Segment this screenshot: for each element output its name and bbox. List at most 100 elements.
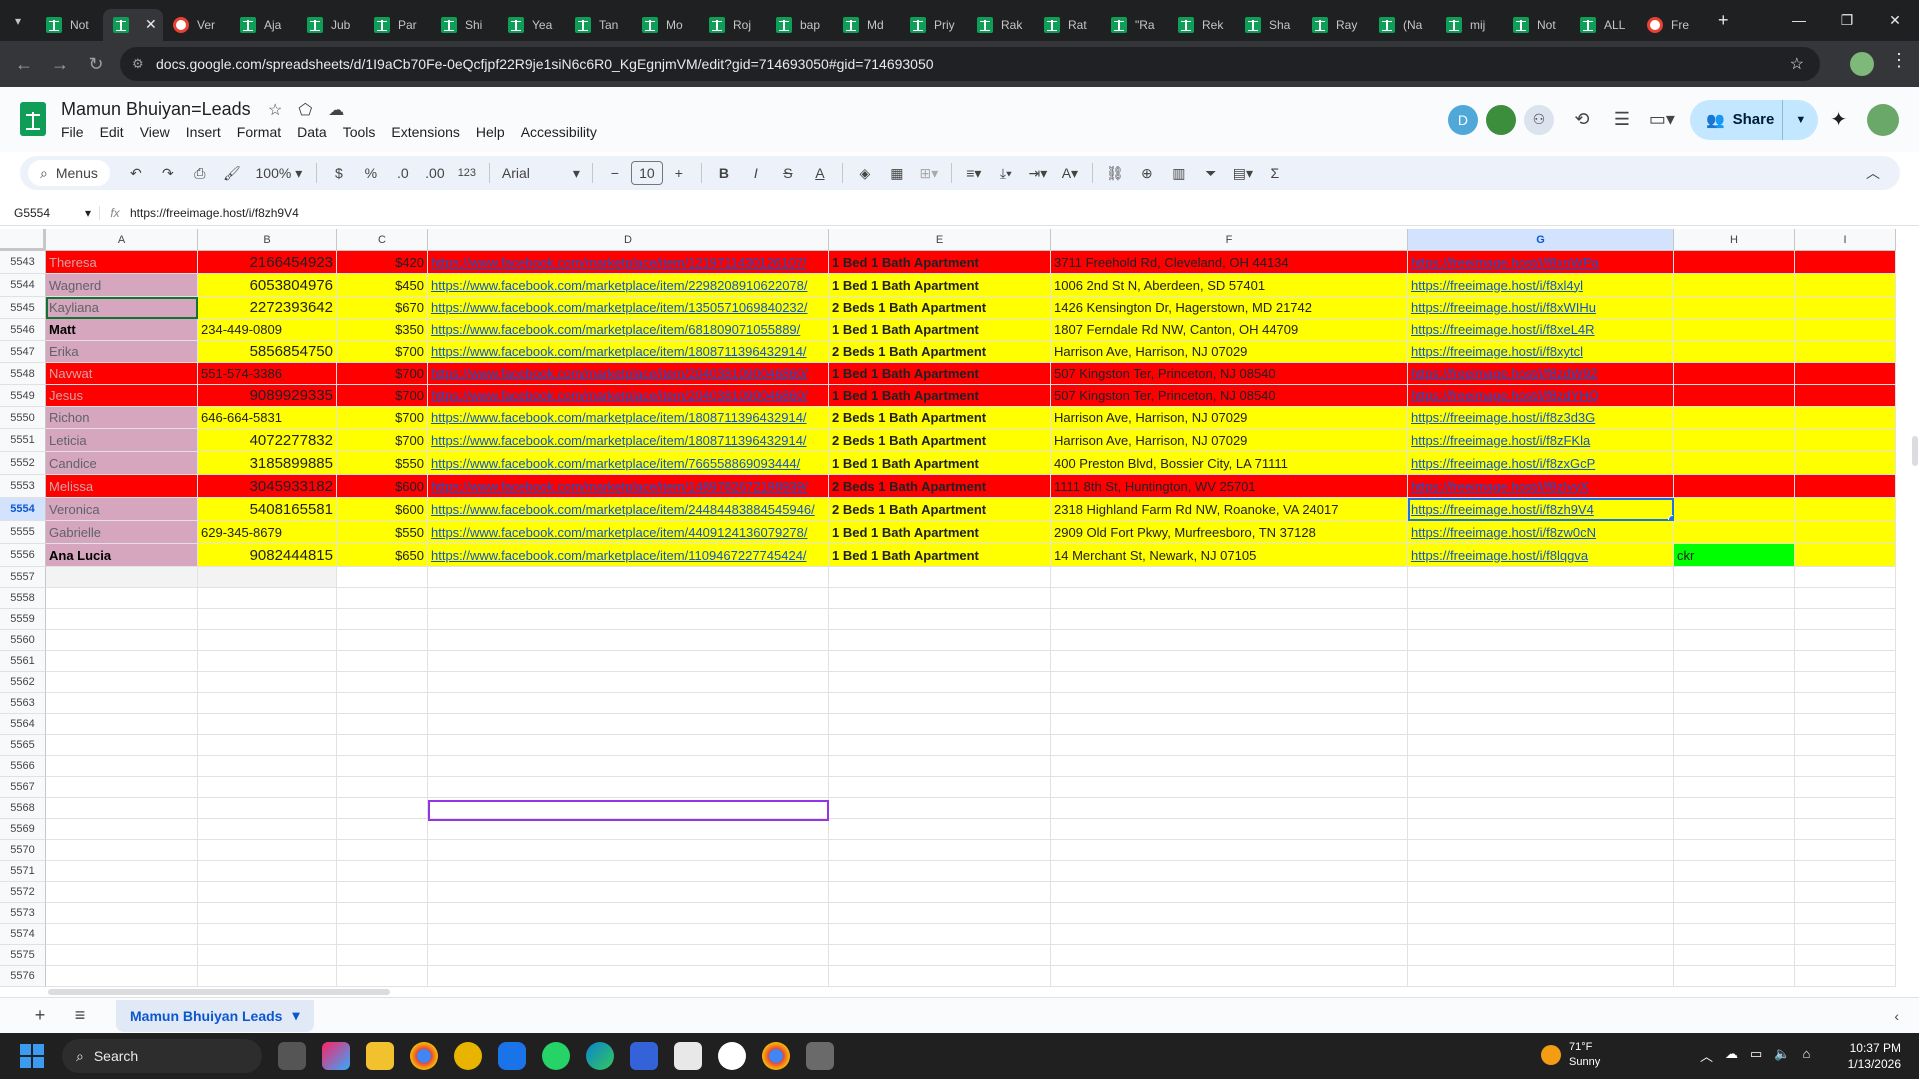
cell-phone[interactable]: 9089929335 bbox=[198, 385, 337, 407]
browser-tab[interactable]: Not bbox=[36, 9, 103, 41]
cell-unit-type[interactable]: 1 Bed 1 Bath Apartment bbox=[829, 274, 1051, 297]
cell-empty[interactable] bbox=[198, 588, 337, 609]
browser-tab[interactable]: Roj bbox=[699, 9, 766, 41]
browser-tab[interactable]: Jub bbox=[297, 9, 364, 41]
row-header[interactable]: 5553 bbox=[0, 475, 46, 498]
cell-price[interactable]: $600 bbox=[337, 498, 428, 521]
cell-empty[interactable] bbox=[46, 945, 198, 966]
cell-empty[interactable] bbox=[198, 924, 337, 945]
share-button[interactable]: 👥 Share ▼ bbox=[1689, 99, 1819, 140]
cell-empty[interactable] bbox=[428, 630, 829, 651]
cell-name[interactable]: Wagnerd bbox=[46, 274, 198, 297]
cell-empty[interactable] bbox=[337, 924, 428, 945]
cell-name[interactable]: Jesus bbox=[46, 385, 198, 407]
network-icon[interactable]: ⌂ bbox=[1803, 1046, 1811, 1065]
cell-empty[interactable] bbox=[1795, 924, 1896, 945]
chevron-down-icon[interactable]: ▾ bbox=[292, 1007, 299, 1024]
cell-empty[interactable] bbox=[1051, 777, 1408, 798]
cell-empty[interactable] bbox=[46, 609, 198, 630]
collaborator-avatar[interactable]: D bbox=[1447, 104, 1478, 135]
cell-empty[interactable] bbox=[1795, 251, 1896, 274]
activity-dashboard-icon[interactable]: ⚇ bbox=[1523, 104, 1554, 135]
cell-image-link[interactable]: https://freeimage.host/i/f8zdW92 bbox=[1408, 363, 1674, 385]
row-header[interactable]: 5575 bbox=[0, 945, 46, 966]
account-avatar[interactable] bbox=[1867, 103, 1899, 136]
cell-empty[interactable] bbox=[1408, 567, 1674, 588]
cell-unit-type[interactable]: 2 Beds 1 Bath Apartment bbox=[829, 297, 1051, 319]
browser-tab[interactable]: Rek bbox=[1168, 9, 1235, 41]
menu-extensions[interactable]: Extensions bbox=[391, 124, 467, 140]
cell-empty[interactable] bbox=[1051, 966, 1408, 987]
filter-views-icon[interactable]: ▤▾ bbox=[1229, 165, 1257, 182]
cell-empty[interactable] bbox=[1795, 429, 1896, 452]
row-header[interactable]: 5571 bbox=[0, 861, 46, 882]
row-header[interactable]: 5576 bbox=[0, 966, 46, 987]
cell-price[interactable]: $650 bbox=[337, 544, 428, 567]
name-box[interactable]: G5554 ▾ bbox=[0, 206, 100, 220]
cell-empty[interactable] bbox=[829, 924, 1051, 945]
cell-empty[interactable] bbox=[1408, 756, 1674, 777]
cell-phone[interactable]: 2272393642 bbox=[198, 297, 337, 319]
cell-name[interactable]: Erika bbox=[46, 341, 198, 363]
row-header[interactable]: 5567 bbox=[0, 777, 46, 798]
cell-listing-link[interactable]: https://www.facebook.com/marketplace/ite… bbox=[428, 274, 829, 297]
horizontal-align-icon[interactable]: ≡▾ bbox=[960, 165, 988, 182]
volume-icon[interactable]: 🔈 bbox=[1774, 1046, 1790, 1065]
taskbar-search[interactable]: ⌕ Search bbox=[62, 1039, 262, 1073]
cell-empty[interactable] bbox=[198, 945, 337, 966]
cell-price[interactable]: $700 bbox=[337, 363, 428, 385]
cell-empty[interactable] bbox=[829, 882, 1051, 903]
cell-note[interactable] bbox=[1674, 429, 1795, 452]
row-header[interactable]: 5559 bbox=[0, 609, 46, 630]
cell-empty[interactable] bbox=[198, 777, 337, 798]
cell-empty[interactable] bbox=[1051, 861, 1408, 882]
share-dropdown-icon[interactable]: ▼ bbox=[1782, 99, 1818, 140]
vertical-scrollbar[interactable] bbox=[1911, 229, 1919, 987]
cell-empty[interactable] bbox=[46, 819, 198, 840]
cell-empty[interactable] bbox=[1408, 840, 1674, 861]
chrome-profile-icon[interactable] bbox=[762, 1042, 790, 1070]
column-header-h[interactable]: H bbox=[1674, 229, 1795, 251]
browser-tab[interactable]: Ver bbox=[163, 9, 230, 41]
cell-address[interactable]: 1006 2nd St N, Aberdeen, SD 57401 bbox=[1051, 274, 1408, 297]
cell-price[interactable]: $700 bbox=[337, 407, 428, 429]
cell-empty[interactable] bbox=[428, 777, 829, 798]
cell-address[interactable]: 2909 Old Fort Pkwy, Murfreesboro, TN 371… bbox=[1051, 521, 1408, 544]
text-rotation-icon[interactable]: A▾ bbox=[1056, 165, 1084, 182]
cell-note[interactable] bbox=[1674, 475, 1795, 498]
text-color-icon[interactable]: A bbox=[806, 165, 834, 181]
column-header-d[interactable]: D bbox=[428, 229, 829, 251]
cell-empty[interactable] bbox=[337, 693, 428, 714]
cell-empty[interactable] bbox=[198, 798, 337, 819]
cell-note[interactable] bbox=[1674, 274, 1795, 297]
menu-tools[interactable]: Tools bbox=[343, 124, 384, 140]
cell-empty[interactable] bbox=[1674, 714, 1795, 735]
cell-price[interactable]: $600 bbox=[337, 475, 428, 498]
column-header-f[interactable]: F bbox=[1051, 229, 1408, 251]
cell-phone[interactable]: 234-449-0809 bbox=[198, 319, 337, 341]
windows-start-icon[interactable] bbox=[20, 1044, 44, 1068]
row-header[interactable]: 5558 bbox=[0, 588, 46, 609]
cell-phone[interactable]: 6053804976 bbox=[198, 274, 337, 297]
cell-listing-link[interactable]: https://www.facebook.com/marketplace/ite… bbox=[428, 475, 829, 498]
cell-empty[interactable] bbox=[337, 672, 428, 693]
browser-tab[interactable]: Sha bbox=[1235, 9, 1302, 41]
cell-empty[interactable] bbox=[198, 651, 337, 672]
more-formats-button[interactable]: 123 bbox=[453, 167, 481, 179]
cell-unit-type[interactable]: 1 Bed 1 Bath Apartment bbox=[829, 452, 1051, 475]
insert-chart-icon[interactable]: ▥ bbox=[1165, 165, 1193, 182]
cell-empty[interactable] bbox=[1795, 588, 1896, 609]
bold-icon[interactable]: B bbox=[710, 165, 738, 181]
cell-name[interactable]: Theresa bbox=[46, 251, 198, 274]
explore-collapse-icon[interactable]: ‹ bbox=[1894, 1008, 1899, 1024]
cell-empty[interactable] bbox=[1674, 672, 1795, 693]
cell-empty[interactable] bbox=[1408, 630, 1674, 651]
cell-empty[interactable] bbox=[1051, 882, 1408, 903]
cell-empty[interactable] bbox=[1051, 924, 1408, 945]
browser-tab[interactable]: Yea bbox=[498, 9, 565, 41]
browser-tab[interactable]: Tan bbox=[565, 9, 632, 41]
cell-empty[interactable] bbox=[1795, 274, 1896, 297]
row-header[interactable]: 5572 bbox=[0, 882, 46, 903]
cell-address[interactable]: 14 Merchant St, Newark, NJ 07105 bbox=[1051, 544, 1408, 567]
cell-name[interactable]: Richon bbox=[46, 407, 198, 429]
